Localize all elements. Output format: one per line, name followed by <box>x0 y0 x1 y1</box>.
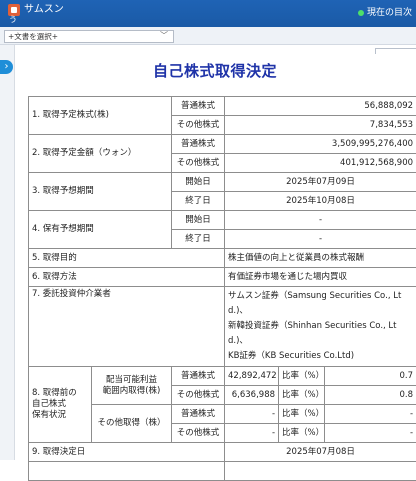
table-row: 9. 取得決定日 2025年07月08日 <box>29 443 416 462</box>
sub-label: 開始日 <box>172 211 225 230</box>
row-label: 5. 取得目的 <box>29 249 225 268</box>
status-dot-icon <box>358 10 364 16</box>
table-row: 6. 取得方法 有価証券市場を通じた場内買収 <box>29 268 416 287</box>
cell-empty <box>225 462 416 481</box>
group-label: 配当可能利益 範囲内取得(株) <box>92 367 172 405</box>
broker-line: KB証券（KB Securities Co.Ltd) <box>228 349 413 364</box>
sub-label: 普通株式 <box>172 135 225 154</box>
sub-label: 普通株式 <box>172 367 225 386</box>
table-row: 5. 取得目的 株主価値の向上と従業員の株式報酬 <box>29 249 416 268</box>
cell-value: 2025年07月09日 <box>225 173 416 192</box>
current-toc-label: 現在の目次 <box>367 8 412 18</box>
broker-line: d.)、 <box>228 334 413 349</box>
row-label: 6. 取得方法 <box>29 268 225 287</box>
group-label: その他取得（株） <box>92 405 172 443</box>
broker-line: 新韓投資証券（Shinhan Securities Co., Lt <box>228 319 413 334</box>
row-label-line: 8. 取得前の <box>32 388 88 399</box>
row-label: 8. 取得前の 自己株式 保有状況 <box>29 367 92 443</box>
cell-value: - <box>225 424 279 443</box>
row-label-line: 自己株式 <box>32 399 88 410</box>
disclosure-table: 1. 取得予定株式(株) 普通株式 56,888,092 その他株式 7,834… <box>28 96 416 481</box>
table-row: 3. 取得予想期間 開始日 2025年07月09日 <box>29 173 416 192</box>
group-label-line: 配当可能利益 <box>95 375 168 386</box>
cell-value: 有価証券市場を通じた場内買収 <box>225 268 416 287</box>
cell-value: 6,636,988 <box>225 386 279 405</box>
cell-value: 株主価値の向上と従業員の株式報酬 <box>225 249 416 268</box>
cell-value: 56,888,092 <box>225 97 416 116</box>
ratio-label: 比率（%） <box>279 386 325 405</box>
document-select-placeholder: +文書を選択+ <box>8 32 58 41</box>
cell-value: - <box>225 230 416 249</box>
print-button[interactable] <box>375 48 416 54</box>
brokers-cell: サムスン証券（Samsung Securities Co., Lt d.)、 新… <box>225 287 416 367</box>
ratio-label: 比率（%） <box>279 424 325 443</box>
table-row: 2. 取得予定金額（ウォン） 普通株式 3,509,995,276,400 <box>29 135 416 154</box>
ratio-label: 比率（%） <box>279 405 325 424</box>
left-gutter <box>0 45 14 460</box>
page-title: 自己株式取得決定 <box>14 60 416 81</box>
cell-value: 3,509,995,276,400 <box>225 135 416 154</box>
row-label: 9. 取得決定日 <box>29 443 225 462</box>
row-label: 1. 取得予定株式(株) <box>29 97 172 135</box>
sub-label: 終了日 <box>172 230 225 249</box>
row-label-line: 保有状況 <box>32 410 88 421</box>
ratio-value: - <box>325 405 416 424</box>
cell-value: 7,834,553 <box>225 116 416 135</box>
row-label: 2. 取得予定金額（ウォン） <box>29 135 172 173</box>
cell-value: - <box>225 211 416 230</box>
cell-empty <box>29 462 225 481</box>
row-label: 7. 委託投資仲介業者 <box>29 287 225 367</box>
sub-label: その他株式 <box>172 154 225 173</box>
sub-label: 普通株式 <box>172 405 225 424</box>
top-bar: サムスン う 現在の目次 <box>0 0 416 27</box>
sub-label: その他株式 <box>172 386 225 405</box>
broker-line: サムスン証券（Samsung Securities Co., Lt <box>228 289 413 304</box>
sub-label: その他株式 <box>172 116 225 135</box>
table-row: 7. 委託投資仲介業者 サムスン証券（Samsung Securities Co… <box>29 287 416 367</box>
sub-label: 開始日 <box>172 173 225 192</box>
ratio-value: - <box>325 424 416 443</box>
sub-label: その他株式 <box>172 424 225 443</box>
chevron-down-icon: ﹀ <box>160 30 168 41</box>
cell-value: 42,892,472 <box>225 367 279 386</box>
company-name[interactable]: サムスン <box>24 4 64 15</box>
table-row: 1. 取得予定株式(株) 普通株式 56,888,092 <box>29 97 416 116</box>
ratio-label: 比率（%） <box>279 367 325 386</box>
cell-value: - <box>225 405 279 424</box>
sub-label: 終了日 <box>172 192 225 211</box>
broker-line: d.)、 <box>228 304 413 319</box>
sub-label: 普通株式 <box>172 97 225 116</box>
document-select-bar: +文書を選択+ ﹀ <box>0 27 416 45</box>
row-label: 3. 取得予想期間 <box>29 173 172 211</box>
group-label-line: 範囲内取得(株) <box>95 386 168 397</box>
table-row: 8. 取得前の 自己株式 保有状況 配当可能利益 範囲内取得(株) 普通株式 4… <box>29 367 416 386</box>
ratio-value: 0.7 <box>325 367 416 386</box>
company-name-sub: う <box>9 16 17 24</box>
current-toc-link[interactable]: 現在の目次 <box>358 5 412 18</box>
table-row: 4. 保有予想期間 開始日 - <box>29 211 416 230</box>
table-row <box>29 462 416 481</box>
document-select[interactable]: +文書を選択+ ﹀ <box>4 30 174 43</box>
ratio-value: 0.8 <box>325 386 416 405</box>
cell-value: 2025年10月08日 <box>225 192 416 211</box>
cell-value: 2025年07月08日 <box>225 443 416 462</box>
cell-value: 401,912,568,900 <box>225 154 416 173</box>
row-label: 4. 保有予想期間 <box>29 211 172 249</box>
